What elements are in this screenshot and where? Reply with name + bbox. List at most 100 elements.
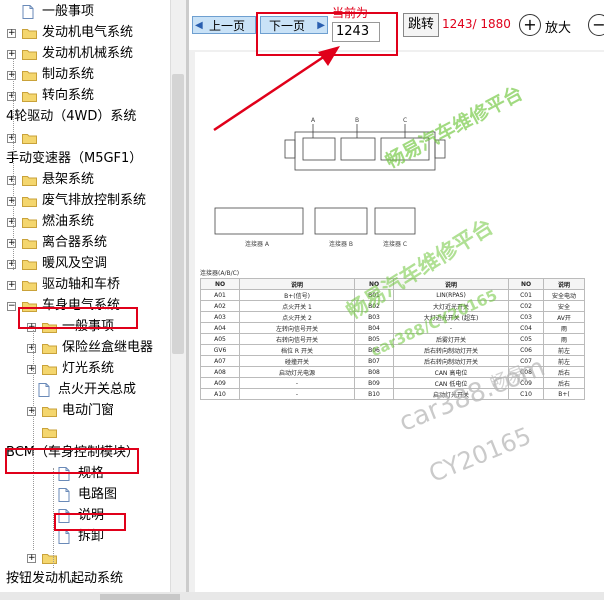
pin-table-cell: GV6 — [200, 344, 240, 356]
pin-table-cell: 安全电动 — [543, 289, 585, 301]
tree-item[interactable]: + 制动系统 — [0, 65, 170, 85]
pin-table-cell: 前左 — [543, 355, 585, 367]
expand-icon[interactable]: + — [7, 92, 16, 101]
pin-table-cell: 雨 — [543, 333, 585, 345]
tree-item[interactable]: + 暖风及空调 — [0, 254, 170, 274]
tree-item[interactable]: + 离合器系统 — [0, 233, 170, 253]
expand-icon[interactable]: + — [7, 29, 16, 38]
zoom-in-icon[interactable]: + — [519, 14, 541, 36]
expand-icon[interactable]: + — [7, 218, 16, 227]
pin-table-cell: B02 — [354, 300, 394, 312]
tree-item[interactable] — [0, 422, 170, 442]
folder-icon — [22, 280, 37, 291]
tree-item[interactable]: + 发动机电气系统 — [0, 23, 170, 43]
tree-item[interactable]: + 保险丝盒继电器 — [0, 338, 170, 358]
expand-icon[interactable]: + — [7, 281, 16, 290]
tree-connector-line — [13, 58, 14, 270]
pin-table-header: NO 说明 NO 说明 NO 说明 — [200, 278, 585, 290]
zoom-out-icon[interactable]: − — [588, 14, 604, 36]
header-cell: NO — [508, 278, 544, 290]
pin-table-cell: C06 — [508, 344, 544, 356]
tree-item-label: 按钮发动机起动系统 — [6, 571, 124, 586]
zoom-in-label[interactable]: 放大 — [545, 17, 571, 36]
tree-item[interactable]: 4轮驱动（4WD）系统 — [0, 107, 170, 127]
document-icon — [58, 488, 70, 502]
folder-icon — [22, 196, 37, 207]
expand-icon[interactable]: + — [7, 50, 16, 59]
pin-table-cell: B09 — [354, 377, 394, 389]
tree-item[interactable]: 按钮发动机起动系统 — [0, 569, 170, 589]
tree-scroll-thumb[interactable] — [172, 74, 184, 354]
tree-item-label: 一般事项 — [42, 4, 95, 19]
tree-item[interactable]: + 悬架系统 — [0, 170, 170, 190]
tree-item-label: 保险丝盒继电器 — [62, 340, 154, 355]
pin-table-cell: 后右 — [543, 366, 585, 378]
horizontal-scrollbar[interactable] — [0, 592, 604, 600]
pin-table-cell: A03 — [200, 311, 240, 323]
annotation-box-tree — [18, 307, 138, 329]
folder-icon — [42, 343, 57, 354]
tree-item[interactable]: + 驱动轴和车桥 — [0, 275, 170, 295]
tree-item[interactable]: + 燃油系统 — [0, 212, 170, 232]
pin-table-cell: 前左 — [543, 344, 585, 356]
pin-table-cell: 右转向信号开关 — [239, 333, 355, 345]
expand-icon[interactable]: + — [7, 197, 16, 206]
expand-icon[interactable]: + — [7, 176, 16, 185]
connector-caption-a: 连接器 A — [245, 240, 270, 248]
connector-caption-b: 连接器 B — [329, 240, 353, 248]
connector-caption-c: 连接器 C — [383, 240, 407, 248]
tree-item-label: 燃油系统 — [42, 214, 95, 229]
pin-table-cell: A01 — [200, 289, 240, 301]
pin-table-cell: B+(信号) — [239, 289, 355, 301]
pin-table-cell: 后雾灯开关 — [393, 333, 509, 345]
pin-table-cell: 雨 — [543, 322, 585, 334]
tree-item[interactable]: 手动变速器（M5GF1） — [0, 149, 170, 169]
horizontal-scroll-thumb[interactable] — [100, 594, 180, 600]
tree-item[interactable]: 一般事项 — [0, 2, 170, 22]
pin-table-cell: AV开 — [543, 311, 585, 323]
folder-icon — [22, 49, 37, 60]
collapse-icon[interactable]: − — [7, 302, 16, 311]
expand-icon[interactable]: + — [27, 407, 36, 416]
tree-item[interactable]: + 电动门窗 — [0, 401, 170, 421]
expand-icon[interactable]: + — [27, 554, 36, 563]
pin-table-cell: 后右转向制动灯开关 — [393, 344, 509, 356]
tree-item[interactable]: + 灯光系统 — [0, 359, 170, 379]
pin-table-title: 连接器(A/B/C) — [200, 270, 240, 277]
header-cell: 说明 — [393, 278, 509, 290]
expand-icon[interactable]: + — [7, 134, 16, 143]
pin-table-cell: A07 — [200, 355, 240, 367]
pin-table-row: A02 点火开关 1 B02 大灯近光开关 C02 安全 — [200, 300, 585, 312]
tree-item-label: 电路图 — [78, 487, 118, 502]
category-tree[interactable]: 一般事项 + 发动机电气系统 + 发动机机械系统 + 制动系统 + 转向系统 4轮驱动（4WD）系… — [0, 0, 170, 592]
tree-item[interactable]: 电路图 — [0, 485, 170, 505]
page-status: 1243/ 1880 — [442, 17, 511, 31]
tree-item[interactable]: + 转向系统 — [0, 86, 170, 106]
expand-icon[interactable]: + — [27, 344, 36, 353]
tree-item[interactable]: 点火开关总成 — [0, 380, 170, 400]
folder-icon — [42, 427, 57, 438]
jump-button[interactable]: 跳转 — [403, 13, 439, 37]
pin-table-cell: A09 — [200, 377, 240, 389]
pin-table-cell: C08 — [508, 366, 544, 378]
expand-icon[interactable]: + — [27, 365, 36, 374]
tree-item-label: 灯光系统 — [62, 361, 115, 376]
pin-table-cell: C04 — [508, 322, 544, 334]
pin-table-cell: C03 — [508, 311, 544, 323]
pin-table-row: A08 启动灯光电源 B08 CAN 高电位 C08 后右 — [200, 366, 585, 378]
tree-item[interactable]: + — [0, 128, 170, 148]
diagram-label-b: B — [355, 117, 359, 124]
pin-table-row: A03 点火开关 2 B03 大灯近光开关 (超车) C03 AV开 — [200, 311, 585, 323]
header-cell: 说明 — [239, 278, 355, 290]
tree-item[interactable]: + 废气排放控制系统 — [0, 191, 170, 211]
tree-item[interactable]: + — [0, 548, 170, 568]
header-cell: 说明 — [543, 278, 585, 290]
tree-item[interactable]: + 发动机机械系统 — [0, 44, 170, 64]
annotation-arrow — [213, 46, 340, 132]
pin-table-cell: 启动灯光开关 — [393, 388, 509, 400]
expand-icon[interactable]: + — [7, 260, 16, 269]
expand-icon[interactable]: + — [7, 239, 16, 248]
pin-table-row: A10- B10 启动灯光开关 C10 B+( — [200, 388, 585, 400]
expand-icon[interactable]: + — [7, 71, 16, 80]
pin-table-row: A09- B09 CAN 低电位 C09 后右 — [200, 377, 585, 389]
